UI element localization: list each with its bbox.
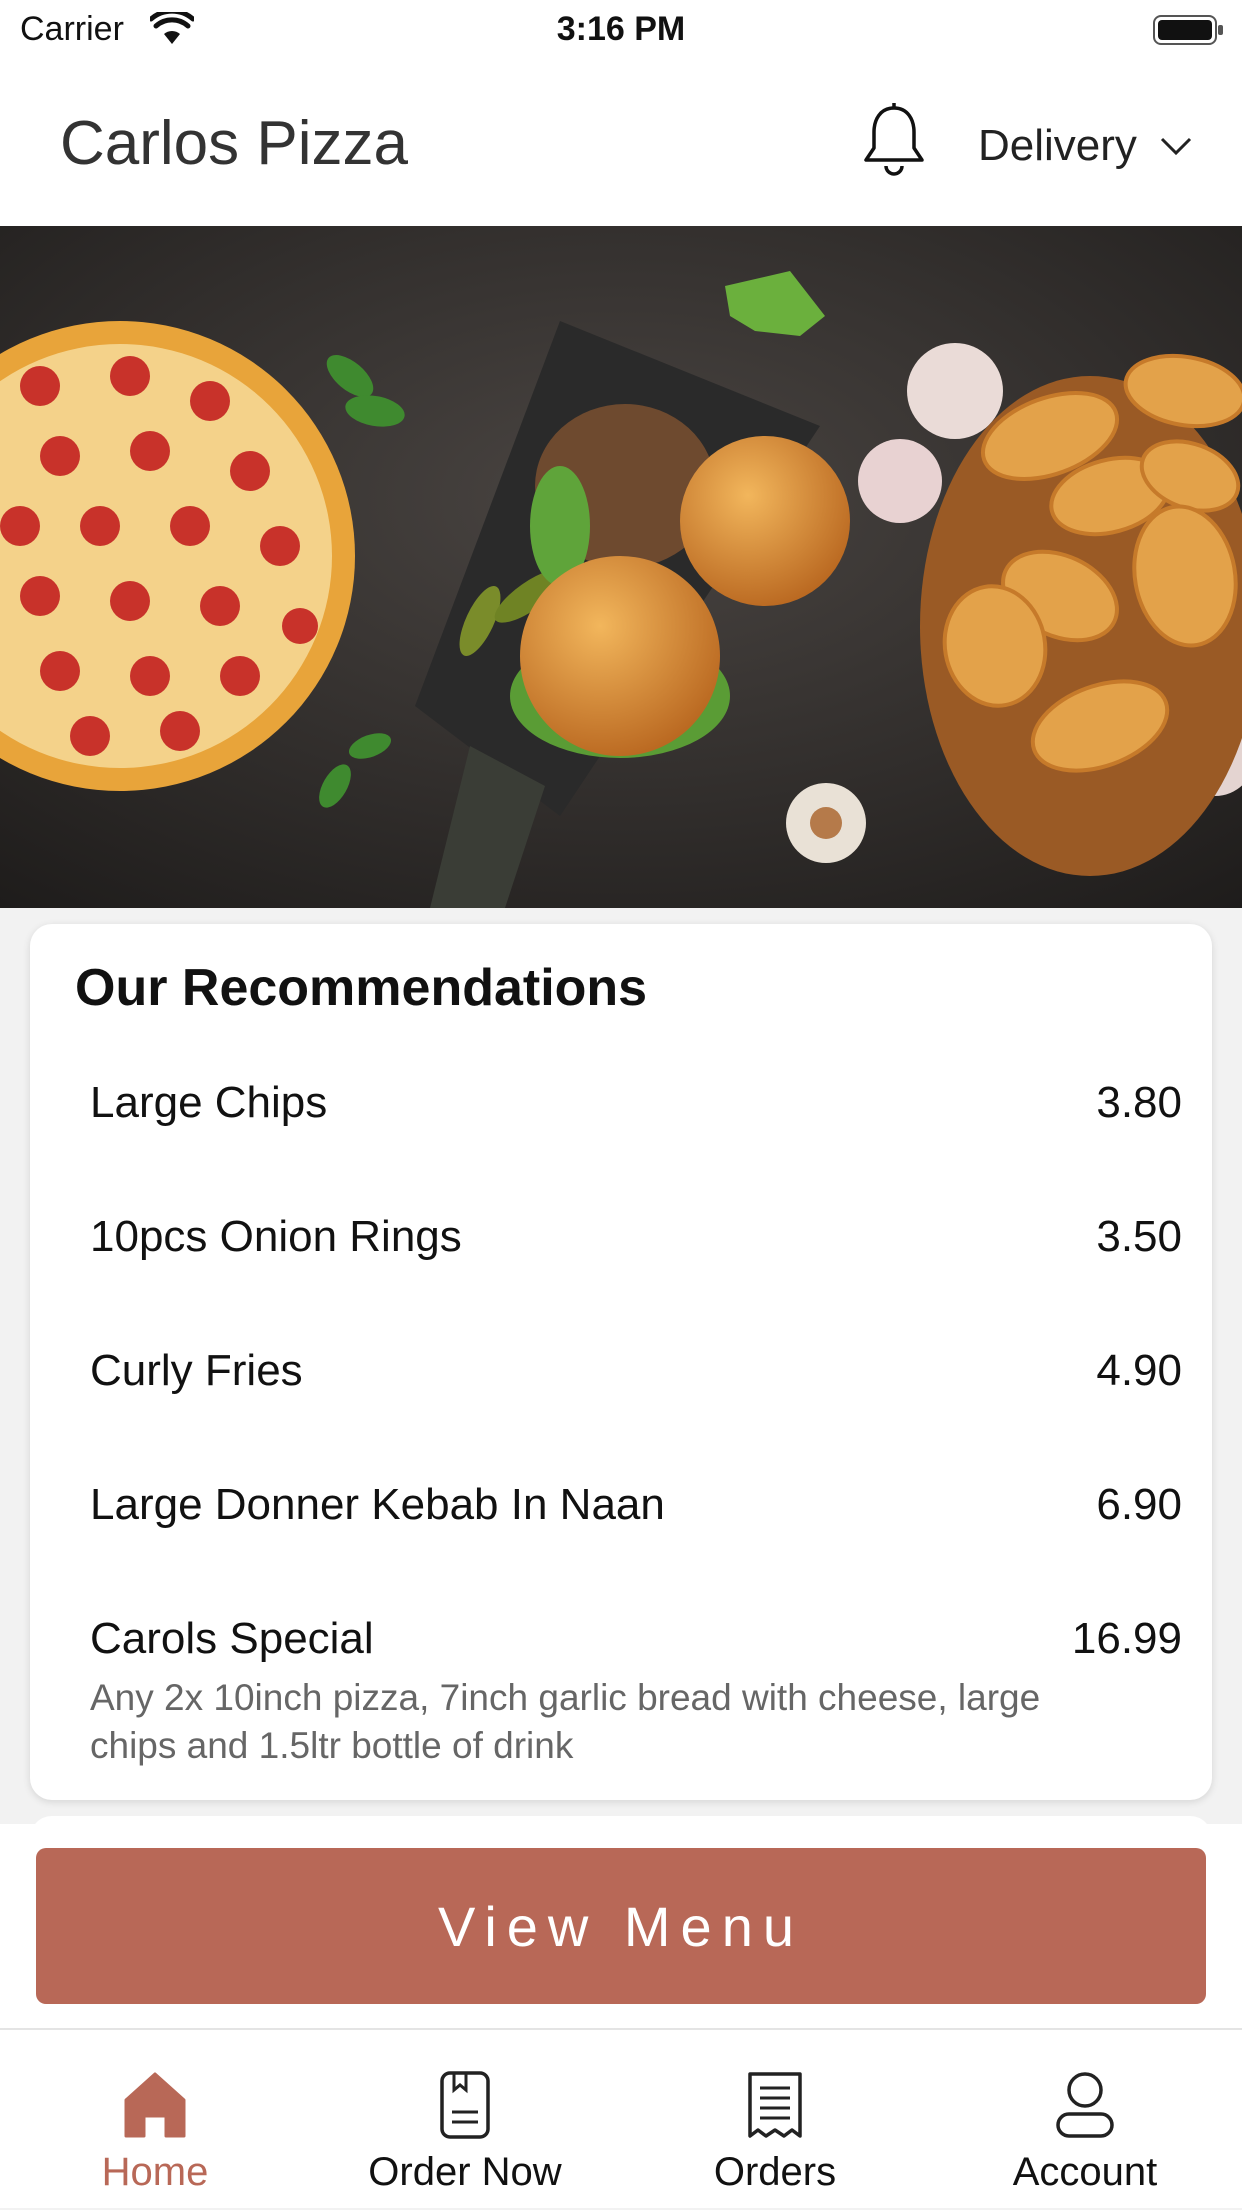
receipt-icon <box>748 2072 802 2138</box>
tab-home[interactable]: Home <box>0 2030 310 2210</box>
status-bar: Carrier 3:16 PM <box>0 0 1242 60</box>
recommendation-item[interactable]: Large Chips 3.80 <box>90 1078 1182 1138</box>
recommendation-item[interactable]: Carols Special 16.99 Any 2x 10inch pizza… <box>90 1614 1182 1774</box>
delivery-mode-label: Delivery <box>978 121 1137 170</box>
recommendations-card: Our Recommendations Large Chips 3.80 10p… <box>30 924 1212 1800</box>
delivery-mode-dropdown[interactable]: Delivery <box>978 116 1193 176</box>
item-price: 3.50 <box>1096 1212 1182 1261</box>
hero-food-banner <box>0 226 1242 908</box>
view-menu-button[interactable]: View Menu <box>36 1848 1206 2004</box>
tab-home-label: Home <box>101 2150 209 2194</box>
tab-order-now-label: Order Now <box>368 2150 562 2194</box>
home-icon <box>124 2072 186 2138</box>
item-name: Curly Fries <box>90 1346 303 1395</box>
cta-area: View Menu <box>0 1824 1242 2028</box>
chevron-down-icon <box>1160 137 1191 156</box>
tab-orders[interactable]: Orders <box>620 2030 930 2210</box>
item-name: Carols Special <box>90 1614 374 1663</box>
tab-account-label: Account <box>1012 2150 1158 2194</box>
app-title: Carlos Pizza <box>60 109 408 178</box>
item-name: 10pcs Onion Rings <box>90 1212 462 1261</box>
item-price: 4.90 <box>1096 1346 1182 1395</box>
tab-order-now[interactable]: Order Now <box>310 2030 620 2210</box>
status-time: 3:16 PM <box>556 10 686 48</box>
hero-food-illustration <box>0 226 1242 908</box>
order-book-icon <box>440 2071 490 2139</box>
item-price: 16.99 <box>1071 1614 1182 1663</box>
recommendation-item[interactable]: 10pcs Onion Rings 3.50 <box>90 1212 1182 1272</box>
recommendations-title: Our Recommendations <box>75 959 648 1017</box>
app-header: Carlos Pizza Delivery <box>0 60 1242 226</box>
bottom-tab-bar: Home Order Now Orders Account <box>0 2028 1242 2208</box>
item-name: Large Chips <box>90 1078 328 1127</box>
battery-icon <box>1153 15 1223 45</box>
recommendation-item[interactable]: Large Donner Kebab In Naan 6.90 <box>90 1480 1182 1540</box>
user-icon <box>1056 2072 1114 2138</box>
item-name: Large Donner Kebab In Naan <box>90 1480 665 1529</box>
tab-orders-label: Orders <box>713 2150 837 2194</box>
item-price: 6.90 <box>1096 1480 1182 1529</box>
bell-icon[interactable] <box>860 102 928 178</box>
recommendation-item[interactable]: Curly Fries 4.90 <box>90 1346 1182 1406</box>
item-price: 3.80 <box>1096 1078 1182 1127</box>
tab-account[interactable]: Account <box>930 2030 1240 2210</box>
item-description: Any 2x 10inch pizza, 7inch garlic bread … <box>90 1677 1041 1766</box>
